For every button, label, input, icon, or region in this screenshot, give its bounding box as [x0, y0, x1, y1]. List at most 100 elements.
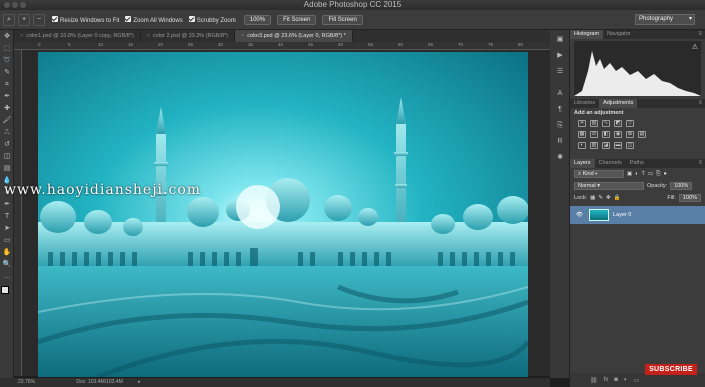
- vertical-ruler[interactable]: [14, 50, 22, 376]
- brightness-contrast-icon[interactable]: ☀: [578, 120, 586, 127]
- tab-paths[interactable]: Paths: [626, 159, 648, 168]
- smart-filter-icon[interactable]: ⎘: [656, 171, 660, 178]
- threshold-icon[interactable]: ◪: [602, 142, 610, 149]
- path-select-icon[interactable]: ➤: [2, 224, 12, 234]
- lock-paint-icon[interactable]: ✎: [598, 195, 603, 201]
- document-canvas[interactable]: [38, 52, 528, 377]
- selective-color-icon[interactable]: ◫: [626, 142, 634, 149]
- horizontal-ruler[interactable]: 0 5 10 15 20 25 30 35 40 45 50 55 60 65 70 75 80: [14, 42, 550, 50]
- history-brush-icon[interactable]: ↺: [2, 140, 12, 150]
- tab-navigator[interactable]: Navigator: [603, 30, 635, 39]
- resize-windows-option[interactable]: Resize Windows to Fit: [52, 15, 119, 24]
- add-mask-icon[interactable]: ◙: [614, 377, 618, 383]
- link-layers-icon[interactable]: ⛓: [590, 377, 598, 384]
- tab-histogram[interactable]: Histogram: [570, 30, 604, 39]
- properties-panel-icon[interactable]: ☰: [554, 66, 566, 78]
- invert-icon[interactable]: ◐: [578, 142, 586, 149]
- minimize-window-button[interactable]: [12, 2, 18, 8]
- scrubby-zoom-checkbox[interactable]: [188, 15, 195, 22]
- filter-toggle-icon[interactable]: ●: [664, 171, 667, 177]
- shape-filter-icon[interactable]: ▭: [648, 171, 653, 177]
- levels-icon[interactable]: ▥: [590, 120, 598, 127]
- pen-tool-icon[interactable]: ✒: [2, 200, 12, 210]
- brush-presets-icon[interactable]: ✺: [554, 152, 566, 164]
- close-icon[interactable]: ×: [20, 33, 23, 39]
- close-icon[interactable]: ×: [147, 33, 150, 39]
- lock-position-icon[interactable]: ✥: [606, 195, 611, 201]
- tab-libraries[interactable]: Libraries: [570, 99, 599, 108]
- tab-layers[interactable]: Layers: [570, 159, 595, 168]
- posterize-icon[interactable]: ▧: [590, 142, 598, 149]
- tab-color2[interactable]: × color 2.psd @ 33.3% (RGB/8*): [141, 30, 236, 42]
- zoom-all-checkbox[interactable]: [125, 15, 132, 22]
- hue-saturation-icon[interactable]: ▦: [578, 131, 586, 138]
- type-tool-icon[interactable]: T: [2, 212, 12, 222]
- healing-brush-icon[interactable]: ✚: [2, 104, 12, 114]
- layer-name[interactable]: Layer 0: [613, 212, 631, 218]
- new-adjustment-icon[interactable]: ◐: [624, 377, 628, 383]
- resize-windows-checkbox[interactable]: [52, 15, 58, 22]
- new-group-icon[interactable]: ▭: [634, 377, 640, 384]
- pixel-filter-icon[interactable]: ▣: [627, 171, 632, 177]
- color-swatches[interactable]: [0, 284, 13, 302]
- clone-stamp-icon[interactable]: ⎍: [2, 128, 12, 138]
- eyedropper-icon[interactable]: ✒: [2, 92, 12, 102]
- color-lookup-icon[interactable]: ▤: [638, 131, 646, 138]
- fill-screen-button[interactable]: Fill Screen: [322, 14, 363, 25]
- tool-presets-icon[interactable]: ⎘: [554, 120, 566, 132]
- fit-screen-button[interactable]: Fit Screen: [277, 14, 317, 25]
- fx-icon[interactable]: fx: [604, 377, 609, 383]
- tab-color1[interactable]: × color1.psd @ 33.8% (Layer 0 copy, RGB/8…: [14, 30, 141, 42]
- channel-mixer-icon[interactable]: ✿: [626, 131, 634, 138]
- blend-mode-select[interactable]: Normal ▾: [574, 182, 644, 190]
- vibrance-icon[interactable]: ▽: [626, 120, 634, 127]
- status-arrow-icon[interactable]: ▸: [138, 379, 141, 385]
- lasso-tool-icon[interactable]: ➰: [2, 56, 12, 66]
- quick-select-icon[interactable]: ✎: [2, 68, 12, 78]
- zoom-window-button[interactable]: [20, 2, 26, 8]
- close-icon[interactable]: ×: [241, 33, 244, 39]
- zoom-tool-icon[interactable]: 🔍: [2, 260, 12, 270]
- lock-all-icon[interactable]: 🔒: [614, 195, 621, 201]
- zoom-in-icon[interactable]: +: [18, 13, 30, 26]
- color-balance-icon[interactable]: ⚖: [590, 131, 598, 138]
- crop-tool-icon[interactable]: ⌗: [2, 80, 12, 90]
- photo-filter-icon[interactable]: ◉: [614, 131, 622, 138]
- zoom-100-button[interactable]: 100%: [243, 14, 272, 25]
- tab-channels[interactable]: Channels: [595, 159, 626, 168]
- subscribe-badge[interactable]: SUBSCRIBE: [645, 364, 697, 375]
- panel-menu-icon[interactable]: ≡: [698, 99, 705, 108]
- adjustment-filter-icon[interactable]: ◐: [635, 171, 638, 177]
- notes-icon[interactable]: R: [554, 136, 566, 148]
- workspace-select[interactable]: Photography ▾: [635, 14, 695, 25]
- shape-tool-icon[interactable]: ▭: [2, 236, 12, 246]
- hand-tool-icon[interactable]: ✋: [2, 248, 12, 258]
- tab-color3[interactable]: × color3.psd @ 23.6% (Layer 0, RGB/8*) *: [235, 30, 353, 42]
- warning-icon[interactable]: ⚠: [692, 43, 698, 51]
- brush-tool-icon[interactable]: 🖌: [2, 116, 12, 126]
- exposure-icon[interactable]: ◩: [614, 120, 622, 127]
- tab-adjustments[interactable]: Adjustments: [599, 99, 638, 108]
- curves-icon[interactable]: ∿: [602, 120, 610, 127]
- foreground-color-swatch[interactable]: [1, 286, 9, 294]
- eraser-icon[interactable]: ◫: [2, 152, 12, 162]
- gradient-tool-icon[interactable]: ▤: [2, 164, 12, 174]
- zoom-tool-icon[interactable]: ⌕: [3, 13, 15, 26]
- black-white-icon[interactable]: ◧: [602, 131, 610, 138]
- type-filter-icon[interactable]: T: [642, 171, 645, 177]
- move-tool-icon[interactable]: ✥: [2, 32, 12, 42]
- actions-panel-icon[interactable]: ▶: [554, 50, 566, 62]
- more-tools-icon[interactable]: …: [2, 272, 12, 282]
- gradient-map-icon[interactable]: ▬: [614, 142, 622, 149]
- panel-menu-icon[interactable]: ≡: [698, 30, 705, 39]
- paragraph-panel-icon[interactable]: ¶: [554, 104, 566, 116]
- lock-pixels-icon[interactable]: ▦: [590, 195, 595, 201]
- layer-row[interactable]: 👁 Layer 0: [570, 206, 705, 224]
- close-window-button[interactable]: [4, 2, 10, 8]
- zoom-level[interactable]: 23.76%: [18, 379, 35, 385]
- history-panel-icon[interactable]: ▣: [554, 34, 566, 46]
- zoom-out-icon[interactable]: −: [33, 13, 45, 26]
- zoom-all-windows-option[interactable]: Zoom All Windows: [125, 15, 183, 24]
- marquee-tool-icon[interactable]: ⬚: [2, 44, 12, 54]
- panel-menu-icon[interactable]: ≡: [698, 159, 705, 168]
